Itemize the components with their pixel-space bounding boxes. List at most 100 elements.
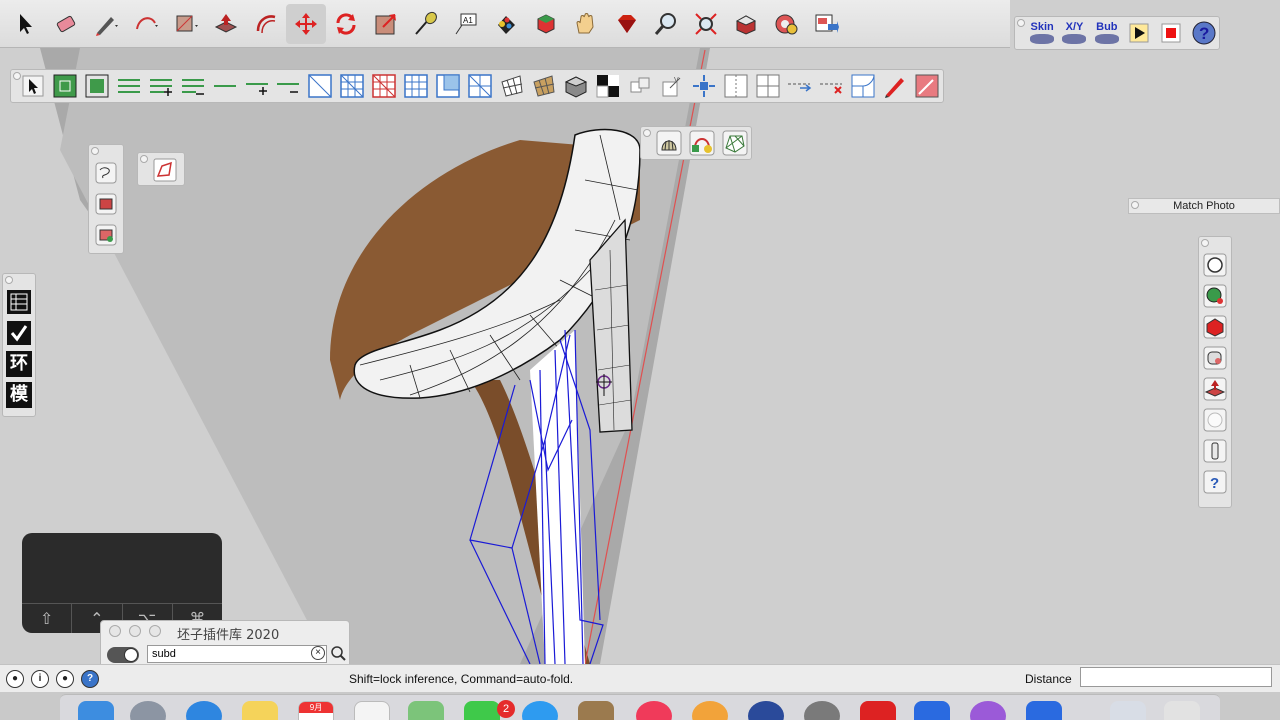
check-button[interactable] xyxy=(4,318,34,348)
palette-grip[interactable] xyxy=(1017,19,1025,27)
downloads-folder-icon[interactable] xyxy=(1110,701,1146,720)
table-button[interactable] xyxy=(4,287,34,317)
remove-ring-button[interactable] xyxy=(273,71,305,101)
draw-edge-button[interactable] xyxy=(879,71,911,101)
delete-edge-button[interactable] xyxy=(815,71,847,101)
subdivide-button[interactable] xyxy=(560,71,592,101)
soap-skin-button[interactable] xyxy=(720,128,750,158)
orbit-tool-button[interactable] xyxy=(526,4,566,44)
feishu-icon[interactable] xyxy=(914,701,950,720)
offset-tool-button[interactable] xyxy=(246,4,286,44)
xy-skin-button[interactable]: X/Y xyxy=(1059,19,1089,47)
add-ring-button[interactable] xyxy=(241,71,273,101)
palette-grip[interactable] xyxy=(1201,239,1209,247)
arc-tool-button[interactable] xyxy=(126,4,166,44)
rounded-corner-button[interactable] xyxy=(1200,343,1230,373)
split-vertical-button[interactable] xyxy=(720,71,752,101)
user-account-icon[interactable]: ● xyxy=(56,670,74,688)
texture-button[interactable] xyxy=(528,71,560,101)
minimize-window-button[interactable] xyxy=(129,625,141,637)
warehouse-button[interactable] xyxy=(726,4,766,44)
select-tool-button[interactable] xyxy=(6,4,46,44)
grid-quad-button[interactable] xyxy=(336,71,368,101)
paint-bucket-button[interactable] xyxy=(486,4,526,44)
match-photo-panel[interactable]: Match Photo xyxy=(1128,198,1280,214)
launchpad-icon[interactable] xyxy=(130,701,166,720)
pan-tool-button[interactable] xyxy=(566,4,606,44)
toolbar-grip[interactable] xyxy=(13,72,21,80)
sketchup-icon[interactable] xyxy=(860,701,896,720)
cylinder-tool-button[interactable] xyxy=(1200,436,1230,466)
mesh-button[interactable] xyxy=(496,71,528,101)
reminders-icon[interactable] xyxy=(354,701,390,720)
shape-tool-button[interactable] xyxy=(166,4,206,44)
smooth-button[interactable] xyxy=(592,71,624,101)
maps-icon[interactable] xyxy=(408,701,444,720)
triangulate-button[interactable] xyxy=(368,71,400,101)
send-to-layout-button[interactable] xyxy=(806,4,846,44)
remove-loop-button[interactable] xyxy=(177,71,209,101)
notes-icon[interactable] xyxy=(242,701,278,720)
appstore-icon[interactable] xyxy=(522,701,558,720)
crease-button[interactable] xyxy=(624,71,656,101)
lasso-select-button[interactable] xyxy=(91,158,121,188)
bubble-button[interactable]: Bub xyxy=(1092,19,1122,47)
clear-search-icon[interactable]: × xyxy=(311,646,325,660)
scale-tool-button[interactable] xyxy=(366,4,406,44)
add-loop-button[interactable] xyxy=(145,71,177,101)
globe-tool-button[interactable] xyxy=(1200,281,1230,311)
play-button[interactable] xyxy=(1124,19,1154,47)
podcast-icon[interactable] xyxy=(970,701,1006,720)
mirror-button[interactable] xyxy=(688,71,720,101)
sphere-white-button[interactable] xyxy=(1200,405,1230,435)
grow-selection-button[interactable] xyxy=(49,71,81,101)
trash-icon[interactable] xyxy=(1164,701,1200,720)
connect-button[interactable] xyxy=(432,71,464,101)
move-tool-button[interactable] xyxy=(286,3,326,44)
model-info-button[interactable] xyxy=(91,220,121,250)
eraser-tool-button[interactable] xyxy=(46,4,86,44)
insert-loop-button[interactable] xyxy=(400,71,432,101)
extension-warehouse-button[interactable] xyxy=(606,4,646,44)
help-tool-button[interactable]: ? xyxy=(1200,467,1230,497)
zoom-extents-button[interactable] xyxy=(686,4,726,44)
safari-icon[interactable] xyxy=(186,701,222,720)
line-tool-button[interactable] xyxy=(86,4,126,44)
fold-button[interactable]: V xyxy=(656,71,688,101)
credits-icon[interactable]: i xyxy=(31,670,49,688)
select-ring-button[interactable] xyxy=(209,71,241,101)
extrude-tool-button[interactable] xyxy=(1200,374,1230,404)
system-preferences-icon[interactable] xyxy=(804,701,840,720)
photos-icon[interactable] xyxy=(692,701,728,720)
instructor-help-icon[interactable]: ? xyxy=(81,670,99,688)
fillet-tool-button[interactable] xyxy=(1200,312,1230,342)
music-icon[interactable] xyxy=(636,701,672,720)
plugin-toggle-switch[interactable] xyxy=(107,647,139,663)
zoom-window-button[interactable] xyxy=(149,625,161,637)
geo-location-icon[interactable]: ● xyxy=(6,670,24,688)
archive-icon[interactable] xyxy=(578,701,614,720)
tape-measure-button[interactable] xyxy=(406,4,446,44)
select-loop-button[interactable] xyxy=(113,71,145,101)
extension-manager-button[interactable] xyxy=(766,4,806,44)
plugin-search-input[interactable] xyxy=(147,645,327,663)
insert-edge-button[interactable] xyxy=(784,71,816,101)
diagonal-quad-button[interactable] xyxy=(304,71,336,101)
zoom-tool-button[interactable] xyxy=(646,4,686,44)
palette-grip[interactable] xyxy=(140,155,148,163)
component-tool-button[interactable] xyxy=(91,189,121,219)
rotate-tool-button[interactable] xyxy=(326,4,366,44)
skin-button[interactable]: Skin xyxy=(1027,19,1057,47)
messages-icon[interactable] xyxy=(464,701,500,720)
shrink-selection-button[interactable] xyxy=(81,71,113,101)
vpn-icon[interactable] xyxy=(1026,701,1062,720)
subd-select-button[interactable] xyxy=(17,71,49,101)
palette-grip[interactable] xyxy=(91,147,99,155)
finder-icon[interactable] xyxy=(78,701,114,720)
quicktime-icon[interactable] xyxy=(748,701,784,720)
palette-grip[interactable] xyxy=(5,276,13,284)
distance-input[interactable] xyxy=(1080,667,1272,687)
calendar-icon[interactable]: 9月 xyxy=(298,701,334,720)
panel-grip[interactable] xyxy=(1131,201,1139,209)
text-tool-button[interactable]: A1 xyxy=(446,4,486,44)
